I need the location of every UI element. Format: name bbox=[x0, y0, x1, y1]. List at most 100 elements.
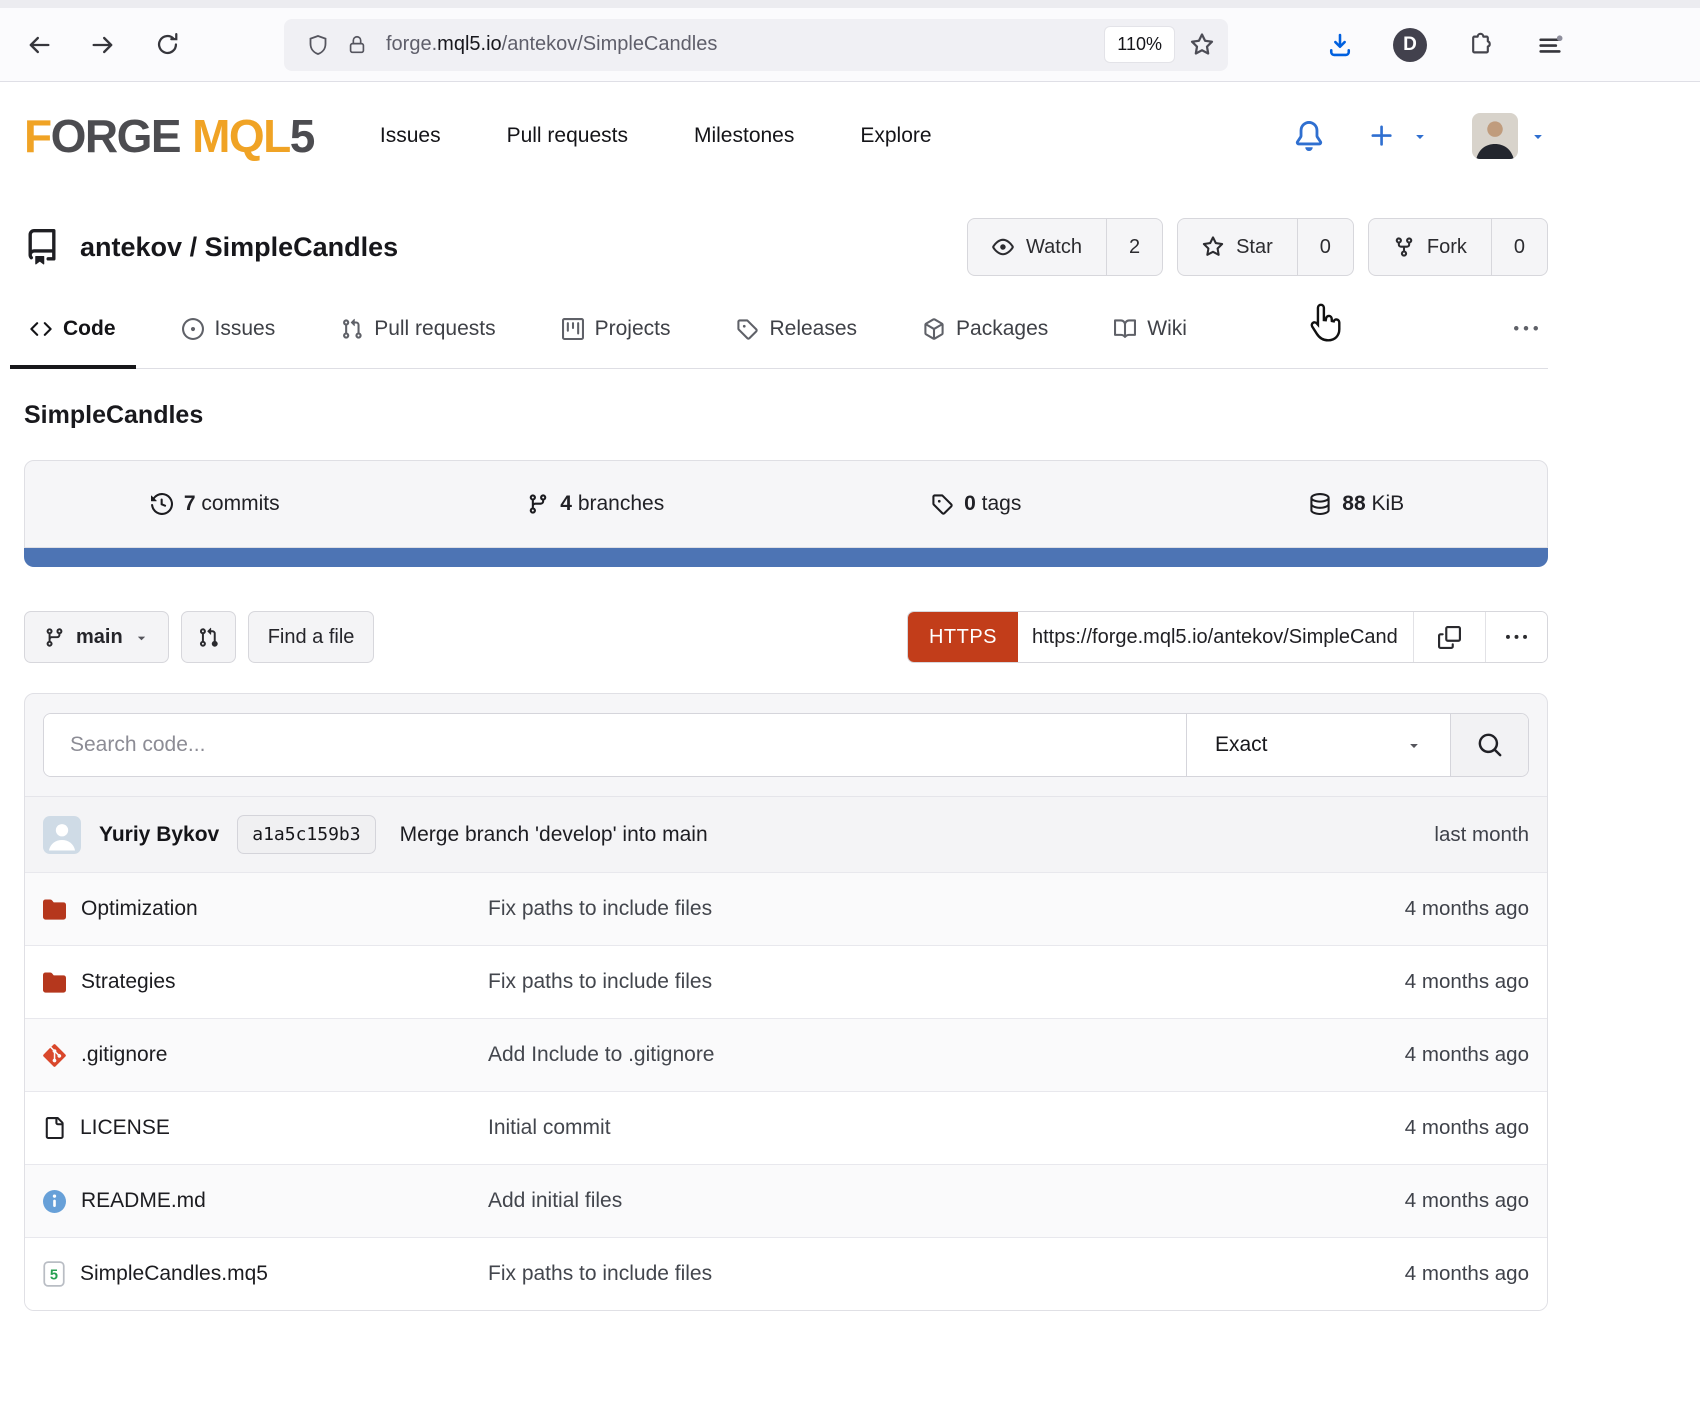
menu-icon[interactable] bbox=[1530, 25, 1570, 65]
file-row[interactable]: LICENSEInitial commit4 months ago bbox=[25, 1091, 1547, 1164]
clone-url-input[interactable] bbox=[1018, 612, 1413, 662]
fork-count[interactable]: 0 bbox=[1491, 219, 1547, 275]
repo-book-icon bbox=[24, 229, 60, 265]
search-mode-dropdown[interactable]: Exact bbox=[1186, 714, 1450, 776]
file-commit-time: 4 months ago bbox=[1299, 1189, 1529, 1213]
kebab-horizontal-icon bbox=[1506, 627, 1527, 648]
bookmark-star-icon[interactable] bbox=[1190, 33, 1214, 57]
kebab-horizontal-icon bbox=[1514, 317, 1538, 341]
notifications-bell-icon[interactable] bbox=[1294, 121, 1324, 151]
tab-projects[interactable]: Projects bbox=[556, 290, 677, 368]
user-menu[interactable] bbox=[1472, 113, 1546, 159]
file-row[interactable]: .gitignoreAdd Include to .gitignore4 mon… bbox=[25, 1018, 1547, 1091]
tab-pull-requests[interactable]: Pull requests bbox=[335, 290, 501, 368]
database-icon bbox=[1309, 493, 1331, 515]
tab-code[interactable]: Code bbox=[24, 290, 122, 368]
file-row[interactable]: Strategies Fix paths to include files4 mo… bbox=[25, 945, 1547, 1018]
file-commit-message-link[interactable]: Add Include to .gitignore bbox=[488, 1043, 1299, 1067]
branch-toolbar: main Find a file HTTPS bbox=[24, 611, 1548, 663]
repo-tabs: Code Issues Pull requests Projects Relea… bbox=[24, 290, 1548, 369]
star-count[interactable]: 0 bbox=[1297, 219, 1353, 275]
file-row[interactable]: OptimizationFix paths to include files4 … bbox=[25, 872, 1547, 945]
tab-wiki[interactable]: Wiki bbox=[1108, 290, 1193, 368]
chevron-down-icon bbox=[134, 630, 149, 645]
create-new-button[interactable] bbox=[1368, 122, 1428, 150]
search-button[interactable] bbox=[1450, 714, 1528, 776]
file-commit-message-link[interactable]: Fix paths to include files bbox=[488, 1262, 1299, 1286]
nav-pull-requests[interactable]: Pull requests bbox=[507, 124, 628, 148]
repo-header: antekov / SimpleCandles Watch 2 Star 0 F… bbox=[24, 218, 1548, 276]
find-file-button[interactable]: Find a file bbox=[248, 611, 375, 663]
file-browser-panel: Exact Yuriy Bykov a1a5c159b3 Merge branc… bbox=[24, 693, 1548, 1311]
nav-explore[interactable]: Explore bbox=[860, 124, 931, 148]
file-row[interactable]: 5 SimpleCandles.mq5 Fix paths to include f… bbox=[25, 1237, 1547, 1310]
tab-issues[interactable]: Issues bbox=[176, 290, 282, 368]
file-commit-message-link[interactable]: Fix paths to include files bbox=[488, 970, 1299, 994]
book-icon bbox=[1114, 318, 1136, 340]
forge-mql5-logo[interactable]: FORGEMQL5 bbox=[24, 109, 314, 163]
commit-time: last month bbox=[1299, 823, 1529, 847]
fork-button[interactable]: Fork 0 bbox=[1368, 218, 1548, 276]
repo-owner-link[interactable]: antekov bbox=[80, 232, 182, 262]
branch-selector[interactable]: main bbox=[24, 611, 169, 663]
repo-name-link[interactable]: SimpleCandles bbox=[205, 232, 399, 262]
file-name-link[interactable]: README.md bbox=[81, 1189, 206, 1213]
file-commit-message-link[interactable]: Initial commit bbox=[488, 1116, 1299, 1140]
copy-url-button[interactable] bbox=[1413, 612, 1485, 662]
tag-icon bbox=[931, 493, 953, 515]
tab-packages[interactable]: Packages bbox=[917, 290, 1054, 368]
chevron-down-icon bbox=[1406, 737, 1422, 753]
commit-hash-badge[interactable]: a1a5c159b3 bbox=[237, 815, 375, 854]
git-compare-icon bbox=[198, 627, 219, 648]
shield-icon[interactable] bbox=[306, 33, 330, 57]
file-name-link[interactable]: .gitignore bbox=[81, 1043, 167, 1067]
repo-title: antekov / SimpleCandles bbox=[24, 229, 398, 265]
nav-issues[interactable]: Issues bbox=[380, 124, 441, 148]
svg-text:5: 5 bbox=[50, 1268, 58, 1284]
package-icon bbox=[923, 318, 945, 340]
stat-commits[interactable]: 7 commits bbox=[25, 492, 406, 516]
file-commit-time: 4 months ago bbox=[1299, 970, 1529, 994]
stat-size[interactable]: 88 KiB bbox=[1167, 492, 1548, 516]
commit-message-link[interactable]: Merge branch 'develop' into main bbox=[400, 823, 708, 847]
window-top-edge bbox=[0, 0, 1700, 8]
file-name-link[interactable]: Strategies bbox=[81, 970, 176, 994]
stat-branches[interactable]: 4 branches bbox=[406, 492, 787, 516]
commit-author-name[interactable]: Yuriy Bykov bbox=[99, 823, 219, 847]
lock-icon[interactable] bbox=[346, 34, 368, 56]
file-name-link[interactable]: LICENSE bbox=[80, 1116, 170, 1140]
https-protocol-button[interactable]: HTTPS bbox=[908, 612, 1018, 662]
address-bar[interactable]: forge.mql5.io/antekov/SimpleCandles 110% bbox=[284, 19, 1228, 71]
stat-tags[interactable]: 0 tags bbox=[786, 492, 1167, 516]
latest-commit-row: Yuriy Bykov a1a5c159b3 Merge branch 'dev… bbox=[25, 796, 1547, 872]
back-button[interactable] bbox=[16, 22, 62, 68]
commit-author-avatar[interactable] bbox=[43, 816, 81, 854]
forward-button[interactable] bbox=[80, 22, 126, 68]
file-commit-message-link[interactable]: Add initial files bbox=[488, 1189, 1299, 1213]
watch-button[interactable]: Watch 2 bbox=[967, 218, 1163, 276]
tab-more-kebab[interactable] bbox=[1504, 290, 1548, 368]
compare-button[interactable] bbox=[181, 611, 236, 663]
file-name-link[interactable]: SimpleCandles.mq5 bbox=[80, 1262, 268, 1286]
file-commit-message-link[interactable]: Fix paths to include files bbox=[488, 897, 1299, 921]
file-row[interactable]: README.md Add initial files4 months ago bbox=[25, 1164, 1547, 1237]
language-bar[interactable] bbox=[24, 548, 1548, 567]
downloads-icon[interactable] bbox=[1320, 25, 1360, 65]
search-input[interactable] bbox=[44, 714, 1186, 776]
zoom-level-badge[interactable]: 110% bbox=[1105, 27, 1174, 62]
star-button[interactable]: Star 0 bbox=[1177, 218, 1354, 276]
tab-releases[interactable]: Releases bbox=[730, 290, 863, 368]
star-icon bbox=[1202, 236, 1224, 258]
reload-button[interactable] bbox=[144, 22, 190, 68]
file-name-link[interactable]: Optimization bbox=[81, 897, 198, 921]
clone-more-button[interactable] bbox=[1485, 612, 1547, 662]
nav-milestones[interactable]: Milestones bbox=[694, 124, 794, 148]
profile-account-icon[interactable]: D bbox=[1390, 25, 1430, 65]
repo-stats-bar: 7 commits 4 branches 0 tags 88 KiB bbox=[24, 460, 1548, 548]
project-icon bbox=[562, 318, 584, 340]
site-nav: Issues Pull requests Milestones Explore bbox=[380, 124, 932, 148]
history-icon bbox=[151, 493, 173, 515]
watch-count[interactable]: 2 bbox=[1106, 219, 1162, 275]
extensions-icon[interactable] bbox=[1460, 25, 1500, 65]
folder-icon bbox=[43, 971, 66, 994]
